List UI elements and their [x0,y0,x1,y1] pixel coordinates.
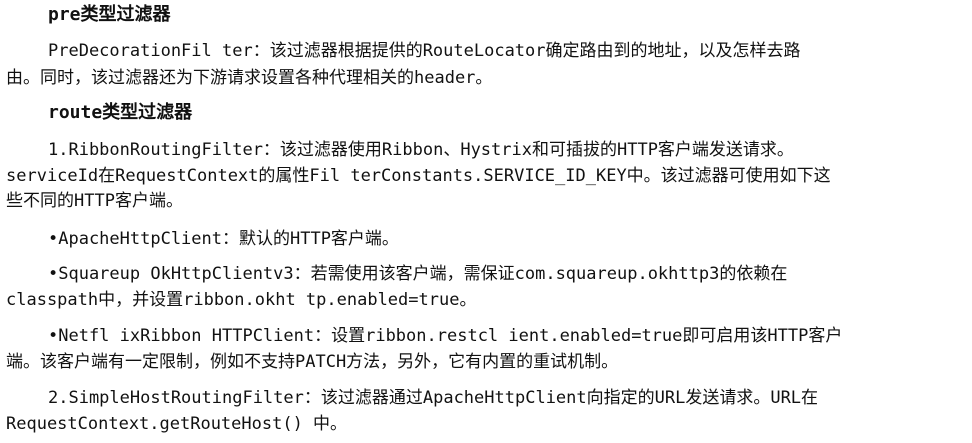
simplehost-filter-line-2: RequestContext.getRouteHost() 中。 [6,414,348,434]
okhttp-item-line-1: •Squareup OkHttpClientv3：若需使用该客户端，需保证com… [48,264,788,284]
pre-paragraph-line-1: PreDecorationFil ter：该过滤器根据提供的RouteLocat… [48,41,801,61]
okhttp-item-line-2: classpath中，并设置ribbon.okht tp.enabled=tru… [6,290,477,310]
section-heading-route: route类型过滤器 [48,102,193,123]
netflix-client-item-line-2: 端。该客户端有一定限制，例如不支持PATCH方法，另外，它有内置的重试机制。 [6,352,619,372]
ribbon-filter-line-1: 1.RibbonRoutingFilter：该过滤器使用Ribbon、Hystr… [48,140,794,160]
document-page: pre类型过滤器 PreDecorationFil ter：该过滤器根据提供的R… [0,0,972,443]
section-heading-pre: pre类型过滤器 [48,4,171,25]
simplehost-filter-line-1: 2.SimpleHostRoutingFilter：该过滤器通过ApacheHt… [48,388,819,408]
pre-paragraph-line-2: 由。同时，该过滤器还为下游请求设置各种代理相关的header。 [6,68,493,88]
ribbon-filter-line-3: 些不同的HTTP客户端。 [6,191,183,211]
apache-client-item: •ApacheHttpClient：默认的HTTP客户端。 [48,229,399,249]
netflix-client-item-line-1: •Netfl ixRibbon HTTPClient：设置ribbon.rest… [48,326,843,346]
ribbon-filter-line-2: serviceId在RequestContext的属性Fil terConsta… [6,166,831,186]
